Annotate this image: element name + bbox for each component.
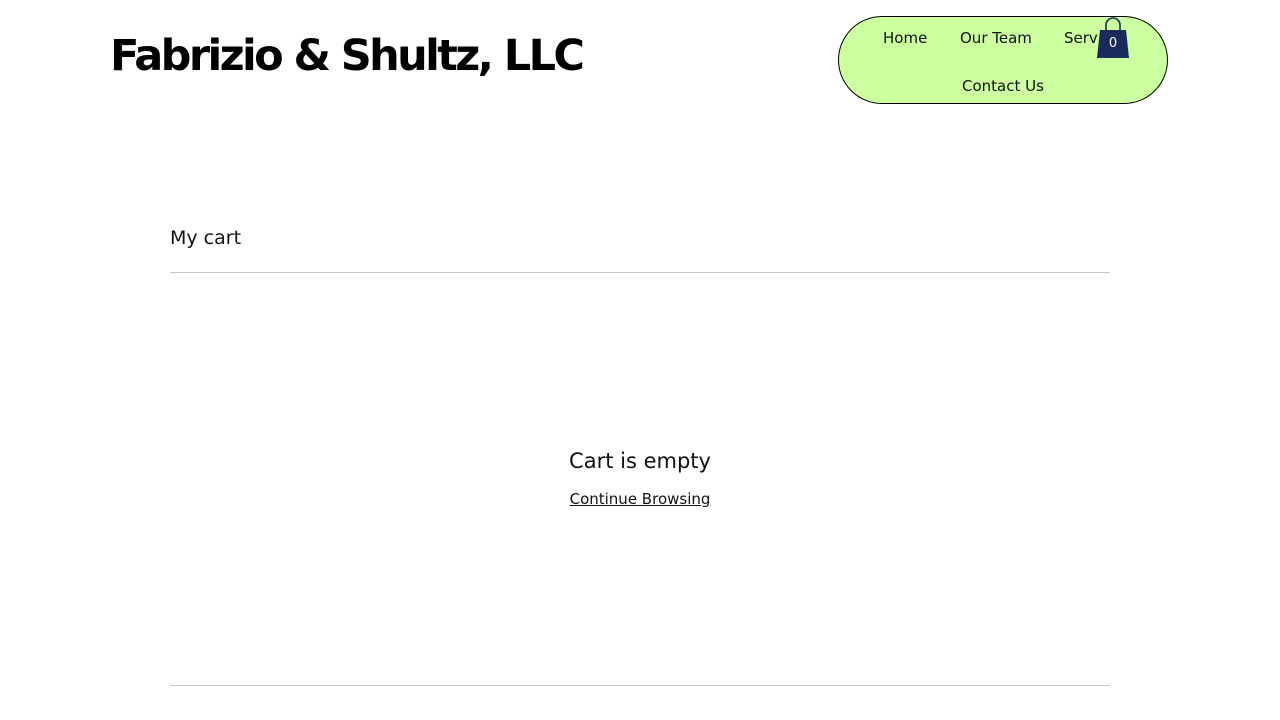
cart-heading: My cart [170, 227, 242, 249]
continue-browsing-link[interactable]: Continue Browsing [570, 490, 711, 508]
empty-cart-message: Cart is empty [569, 449, 711, 473]
cart-page: Fabrizio & Shultz, LLC Home Our Team Ser… [0, 0, 1280, 720]
nav-item-our-team[interactable]: Our Team [960, 28, 1032, 48]
nav-item-home[interactable]: Home [883, 28, 927, 48]
cart-count-badge: 0 [1108, 36, 1118, 51]
divider [170, 685, 1110, 686]
site-title[interactable]: Fabrizio & Shultz, LLC [110, 26, 585, 86]
cart-button[interactable]: 0 [1095, 14, 1131, 60]
divider [170, 272, 1110, 273]
nav-item-services[interactable]: Services [1064, 28, 1098, 48]
continue-browsing-row: Continue Browsing [0, 489, 1280, 509]
nav-item-contact-us[interactable]: Contact Us [962, 76, 1044, 96]
